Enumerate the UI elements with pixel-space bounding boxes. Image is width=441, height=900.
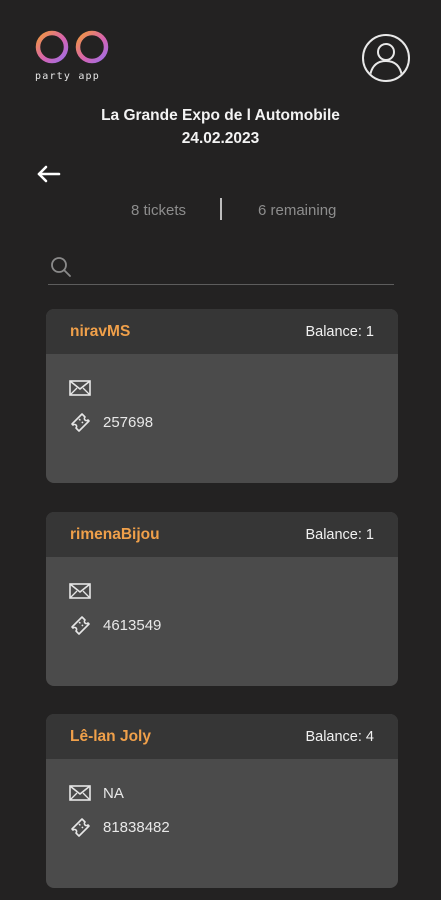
app-header: party app: [0, 0, 441, 100]
guest-balance: Balance: 1: [305, 527, 374, 543]
ticket-stats: 8 tickets 6 remaining: [0, 198, 441, 224]
guest-ticket-row: 4613549: [68, 613, 368, 637]
guest-ticket-number: 257698: [103, 414, 154, 431]
envelope-icon: [69, 380, 91, 396]
search-input[interactable]: [80, 254, 390, 280]
tickets-count: 8 tickets: [130, 202, 186, 219]
back-button[interactable]: [36, 163, 62, 185]
guest-email: NA: [103, 785, 124, 802]
guest-card[interactable]: niravMS Balance: 1 257698: [46, 309, 398, 483]
remaining-count: 6 remaining: [258, 202, 337, 219]
guest-ticket-number: 81838482: [103, 819, 170, 836]
guest-name: Lê-lan Joly: [70, 728, 151, 745]
guest-card-header: niravMS Balance: 1: [46, 309, 398, 354]
stats-divider: [220, 198, 222, 220]
search-bar: [48, 252, 394, 285]
profile-button[interactable]: [362, 34, 410, 82]
envelope-icon: [69, 785, 91, 801]
user-avatar-icon: [369, 43, 403, 77]
guest-ticket-row: 257698: [68, 410, 368, 434]
event-date: 24.02.2023: [181, 130, 260, 147]
guest-card-header: Lê-lan Joly Balance: 4: [46, 714, 398, 759]
guest-name: rimenaBijou: [70, 526, 160, 543]
guest-email-row: [68, 376, 368, 400]
ticket-icon: [71, 818, 90, 837]
party-app-logo[interactable]: party app: [33, 28, 117, 88]
guest-email-row: [68, 579, 368, 603]
arrow-left-icon: [37, 165, 61, 183]
ticket-icon: [71, 413, 90, 432]
search-icon[interactable]: [50, 256, 72, 278]
envelope-icon: [69, 583, 91, 599]
ticket-icon: [71, 616, 90, 635]
logo-subtitle: party app: [35, 71, 100, 82]
guest-name: niravMS: [70, 323, 131, 340]
guest-email-row: NA: [68, 781, 368, 805]
event-title: La Grande Expo de l Automobile: [101, 107, 340, 124]
logo-mark: [35, 30, 109, 71]
guest-card-header: rimenaBijou Balance: 1: [46, 512, 398, 557]
guest-balance: Balance: 4: [305, 729, 374, 745]
guest-card[interactable]: rimenaBijou Balance: 1 4613549: [46, 512, 398, 686]
guest-card[interactable]: Lê-lan Joly Balance: 4 NA 81838482: [46, 714, 398, 888]
guest-ticket-row: 81838482: [68, 815, 368, 839]
guest-balance: Balance: 1: [305, 324, 374, 340]
guest-ticket-number: 4613549: [103, 617, 162, 634]
